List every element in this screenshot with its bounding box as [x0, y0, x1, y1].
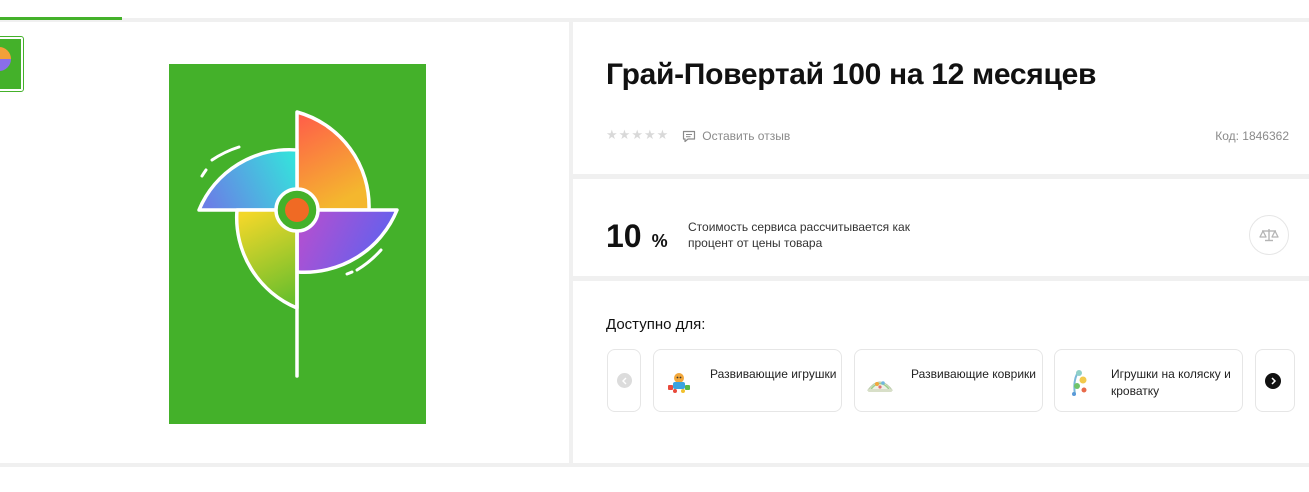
category-label: Развивающие коврики	[911, 367, 1036, 381]
category-card-play-mats[interactable]: Развивающие коврики	[854, 349, 1043, 412]
category-card-stroller-toys[interactable]: Игрушки на коляску и кроватку	[1054, 349, 1243, 412]
section-divider	[573, 276, 1309, 281]
leave-review-link[interactable]: Оставить отзыв	[682, 129, 790, 143]
pinwheel-illustration	[169, 64, 426, 424]
top-divider	[0, 18, 1309, 22]
chevron-right-icon	[1265, 372, 1281, 389]
category-card-developing-toys[interactable]: Развивающие игрушки	[653, 349, 842, 412]
section-divider	[573, 174, 1309, 179]
star-icon: ★	[618, 128, 631, 143]
developing-toys-icon	[668, 373, 690, 393]
stroller-toy-icon	[1072, 370, 1087, 396]
percent-value: 10	[606, 218, 642, 254]
compare-button[interactable]	[1249, 215, 1289, 255]
service-cost-note: Стоимость сервиса рассчитывается как про…	[688, 220, 910, 250]
carousel-prev-button[interactable]	[607, 349, 641, 412]
comment-icon	[683, 130, 696, 142]
category-label: Игрушки на коляску и кроватку	[1111, 367, 1231, 398]
active-tab-indicator	[0, 17, 122, 20]
gallery-thumbnail[interactable]	[0, 36, 24, 92]
star-icon: ★	[656, 128, 669, 143]
chevron-left-icon	[616, 373, 632, 388]
product-code: Код: 1846362	[1215, 129, 1289, 143]
percent-sign: %	[651, 231, 668, 251]
star-icon: ★	[606, 128, 618, 143]
carousel-next-button[interactable]	[1255, 349, 1295, 412]
star-icon: ★	[631, 128, 643, 143]
bottom-divider	[0, 463, 1309, 467]
available-for-label: Доступно для:	[606, 316, 706, 333]
column-divider	[569, 22, 573, 463]
play-mat-icon	[866, 381, 894, 392]
rating-stars[interactable]: ★ ★ ★ ★ ★	[606, 129, 668, 143]
product-image[interactable]	[169, 64, 426, 424]
category-label: Развивающие игрушки	[710, 367, 837, 381]
leave-review-label: Оставить отзыв	[702, 129, 791, 143]
scales-icon	[1259, 229, 1279, 242]
service-percent: 10 %	[606, 218, 668, 255]
star-icon: ★	[643, 128, 656, 143]
rating-row: ★ ★ ★ ★ ★ Оставить отзыв	[606, 128, 790, 144]
product-title: Грай-Повертай 100 на 12 месяцев	[606, 58, 1097, 91]
thumbnail-image	[0, 39, 21, 89]
